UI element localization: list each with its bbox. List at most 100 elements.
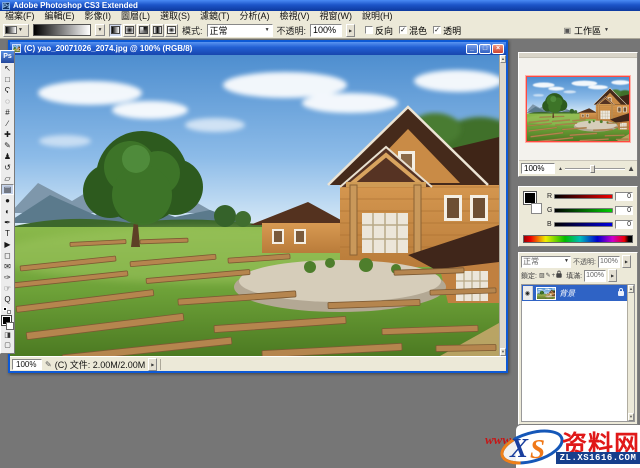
close-button[interactable]: × [492,44,504,54]
scroll-up-icon[interactable]: ▲ [628,285,634,293]
workspace-label: 工作區 [574,24,601,37]
history-brush-tool[interactable]: ↺ [1,162,14,173]
scroll-up-icon[interactable]: ▲ [500,55,506,63]
clone-stamp-tool[interactable]: ♟ [1,151,14,162]
tool-preset-picker[interactable]: ▼ [3,24,29,37]
checkbox-checked[interactable]: ✓ [399,26,407,34]
menu-item-5[interactable]: 濾鏡(T) [195,11,235,22]
lock-image-icon[interactable]: ✎ [546,272,551,280]
hand-tool[interactable]: ☞ [1,283,14,294]
gradient-picker-dropdown[interactable]: ▼ [95,24,105,36]
zoom-level-field[interactable]: 100% [12,359,42,370]
gradient-tool[interactable]: ▤ [1,184,14,195]
channel-value[interactable]: 0 [615,192,633,201]
document-title-bar[interactable]: (C) yao_20071026_2074.jpg @ 100% (RGB/8)… [10,42,506,55]
zoom-tool[interactable]: Q [1,294,14,305]
background-color-swatch[interactable] [531,203,542,214]
layers-opacity-popup[interactable]: ▶ [622,255,631,268]
menu-item-1[interactable]: 編輯(E) [40,11,80,22]
minimize-button[interactable]: _ [466,44,478,54]
opacity-popup-button[interactable]: ▶ [346,24,355,37]
lasso-tool[interactable]: Ϛ [1,85,14,96]
default-colors-icon[interactable] [1,307,14,315]
channel-slider[interactable] [554,222,613,227]
slice-tool[interactable]: ∕ [1,118,14,129]
slider-thumb[interactable] [590,165,595,173]
gradient-type-linear-button[interactable] [109,24,122,37]
zoom-in-icon[interactable]: ▲ [627,164,635,173]
quick-mask-button[interactable]: ◨ [1,331,14,341]
path-selection-tool[interactable]: ▶ [1,239,14,250]
menu-item-7[interactable]: 檢視(V) [275,11,315,22]
quick-selection-tool[interactable]: ◌ [1,96,14,107]
brush-tool[interactable]: ✎ [1,140,14,151]
popup-arrow-icon: ▶ [625,259,628,264]
zoom-out-icon[interactable]: ▲ [558,166,563,172]
navigator-zoom-field[interactable]: 100% [521,163,555,174]
navigator-thumbnail[interactable] [526,76,630,142]
marquee-tool[interactable]: □ [1,74,14,85]
menu-item-8[interactable]: 視窗(W) [315,11,358,22]
vertical-scrollbar[interactable]: ▲ ▼ [499,55,506,356]
screen-mode-button[interactable]: ▢ [1,341,14,351]
layers-fill-value[interactable]: 100% [584,270,606,282]
layers-blend-mode-select[interactable]: 正常 ▼ [521,256,571,268]
layers-scrollbar[interactable]: ▲ ▼ [627,285,634,421]
workspace-menu[interactable]: ▣ 工作區 ▼ [563,24,609,37]
gradient-angle-icon [139,26,148,34]
dodge-tool[interactable]: ◐ [1,206,14,217]
checkbox-option-2: ✓透明 [433,24,461,37]
menu-item-0[interactable]: 檔案(F) [0,11,40,22]
tool-palette-ps-logo[interactable]: Ps [1,51,14,63]
navigator-zoom-slider[interactable]: ▲ ▲ [558,164,635,173]
opacity-value[interactable]: 100% [310,24,342,37]
menu-item-6[interactable]: 分析(A) [235,11,275,22]
pen-tool[interactable]: ✒ [1,217,14,228]
notes-tool[interactable]: ✉ [1,261,14,272]
gradient-type-angle-button[interactable] [137,24,150,37]
lock-position-icon[interactable]: + [552,272,556,280]
checkbox-checked[interactable]: ✓ [433,26,441,34]
menu-item-9[interactable]: 說明(H) [357,11,398,22]
crop-tool[interactable]: # [1,107,14,118]
scroll-down-icon[interactable]: ▼ [500,348,506,356]
layers-fill-popup[interactable]: ▶ [608,269,617,282]
eraser-tool[interactable]: ▱ [1,173,14,184]
blur-tool[interactable]: ● [1,195,14,206]
document-window: (C) yao_20071026_2074.jpg @ 100% (RGB/8)… [8,40,508,373]
visibility-eye-icon[interactable]: ◉ [523,286,533,300]
blend-mode-select[interactable]: 正常 ▼ [207,24,273,37]
channel-value[interactable]: 0 [615,206,633,215]
channel-slider[interactable] [554,208,613,213]
status-popup-button[interactable]: ▶ [148,358,157,371]
color-swatch-control[interactable] [1,316,14,331]
channel-value[interactable]: 0 [615,220,633,229]
document-size-status: (C) 文件: 2.00M/2.00M [55,358,146,371]
layers-opacity-value[interactable]: 100% [598,256,620,268]
lock-transparency-icon[interactable]: ▨ [539,272,545,280]
menu-item-4[interactable]: 選取(S) [155,11,195,22]
layer-row[interactable]: ◉ [522,285,627,301]
channel-slider[interactable] [554,194,613,199]
healing-brush-tool[interactable]: ✚ [1,129,14,140]
background-color-swatch[interactable] [6,322,14,330]
move-tool[interactable]: ↖ [1,63,14,74]
slider-track[interactable] [565,168,625,170]
app-title-bar[interactable]: Ps Adobe Photoshop CS3 Extended [0,0,640,11]
eyedropper-tool[interactable]: ✑ [1,272,14,283]
gradient-type-diamond-button[interactable] [165,24,178,37]
scroll-down-icon[interactable]: ▼ [628,413,634,421]
maximize-button[interactable]: □ [479,44,491,54]
gradient-preview[interactable] [33,24,91,36]
type-tool[interactable]: T [1,228,14,239]
gradient-type-reflected-button[interactable] [151,24,164,37]
document-canvas[interactable]: ▲ ▼ [10,55,506,356]
window-buttons: _ □ × [466,44,504,54]
shape-tool[interactable]: ◻ [1,250,14,261]
gradient-type-radial-button[interactable] [123,24,136,37]
lock-all-icon[interactable] [556,273,561,278]
menu-item-3[interactable]: 圖層(L) [116,11,155,22]
checkbox-unchecked[interactable] [365,26,373,34]
menu-item-2[interactable]: 影像(I) [80,11,117,22]
color-spectrum-ramp[interactable] [523,235,633,243]
